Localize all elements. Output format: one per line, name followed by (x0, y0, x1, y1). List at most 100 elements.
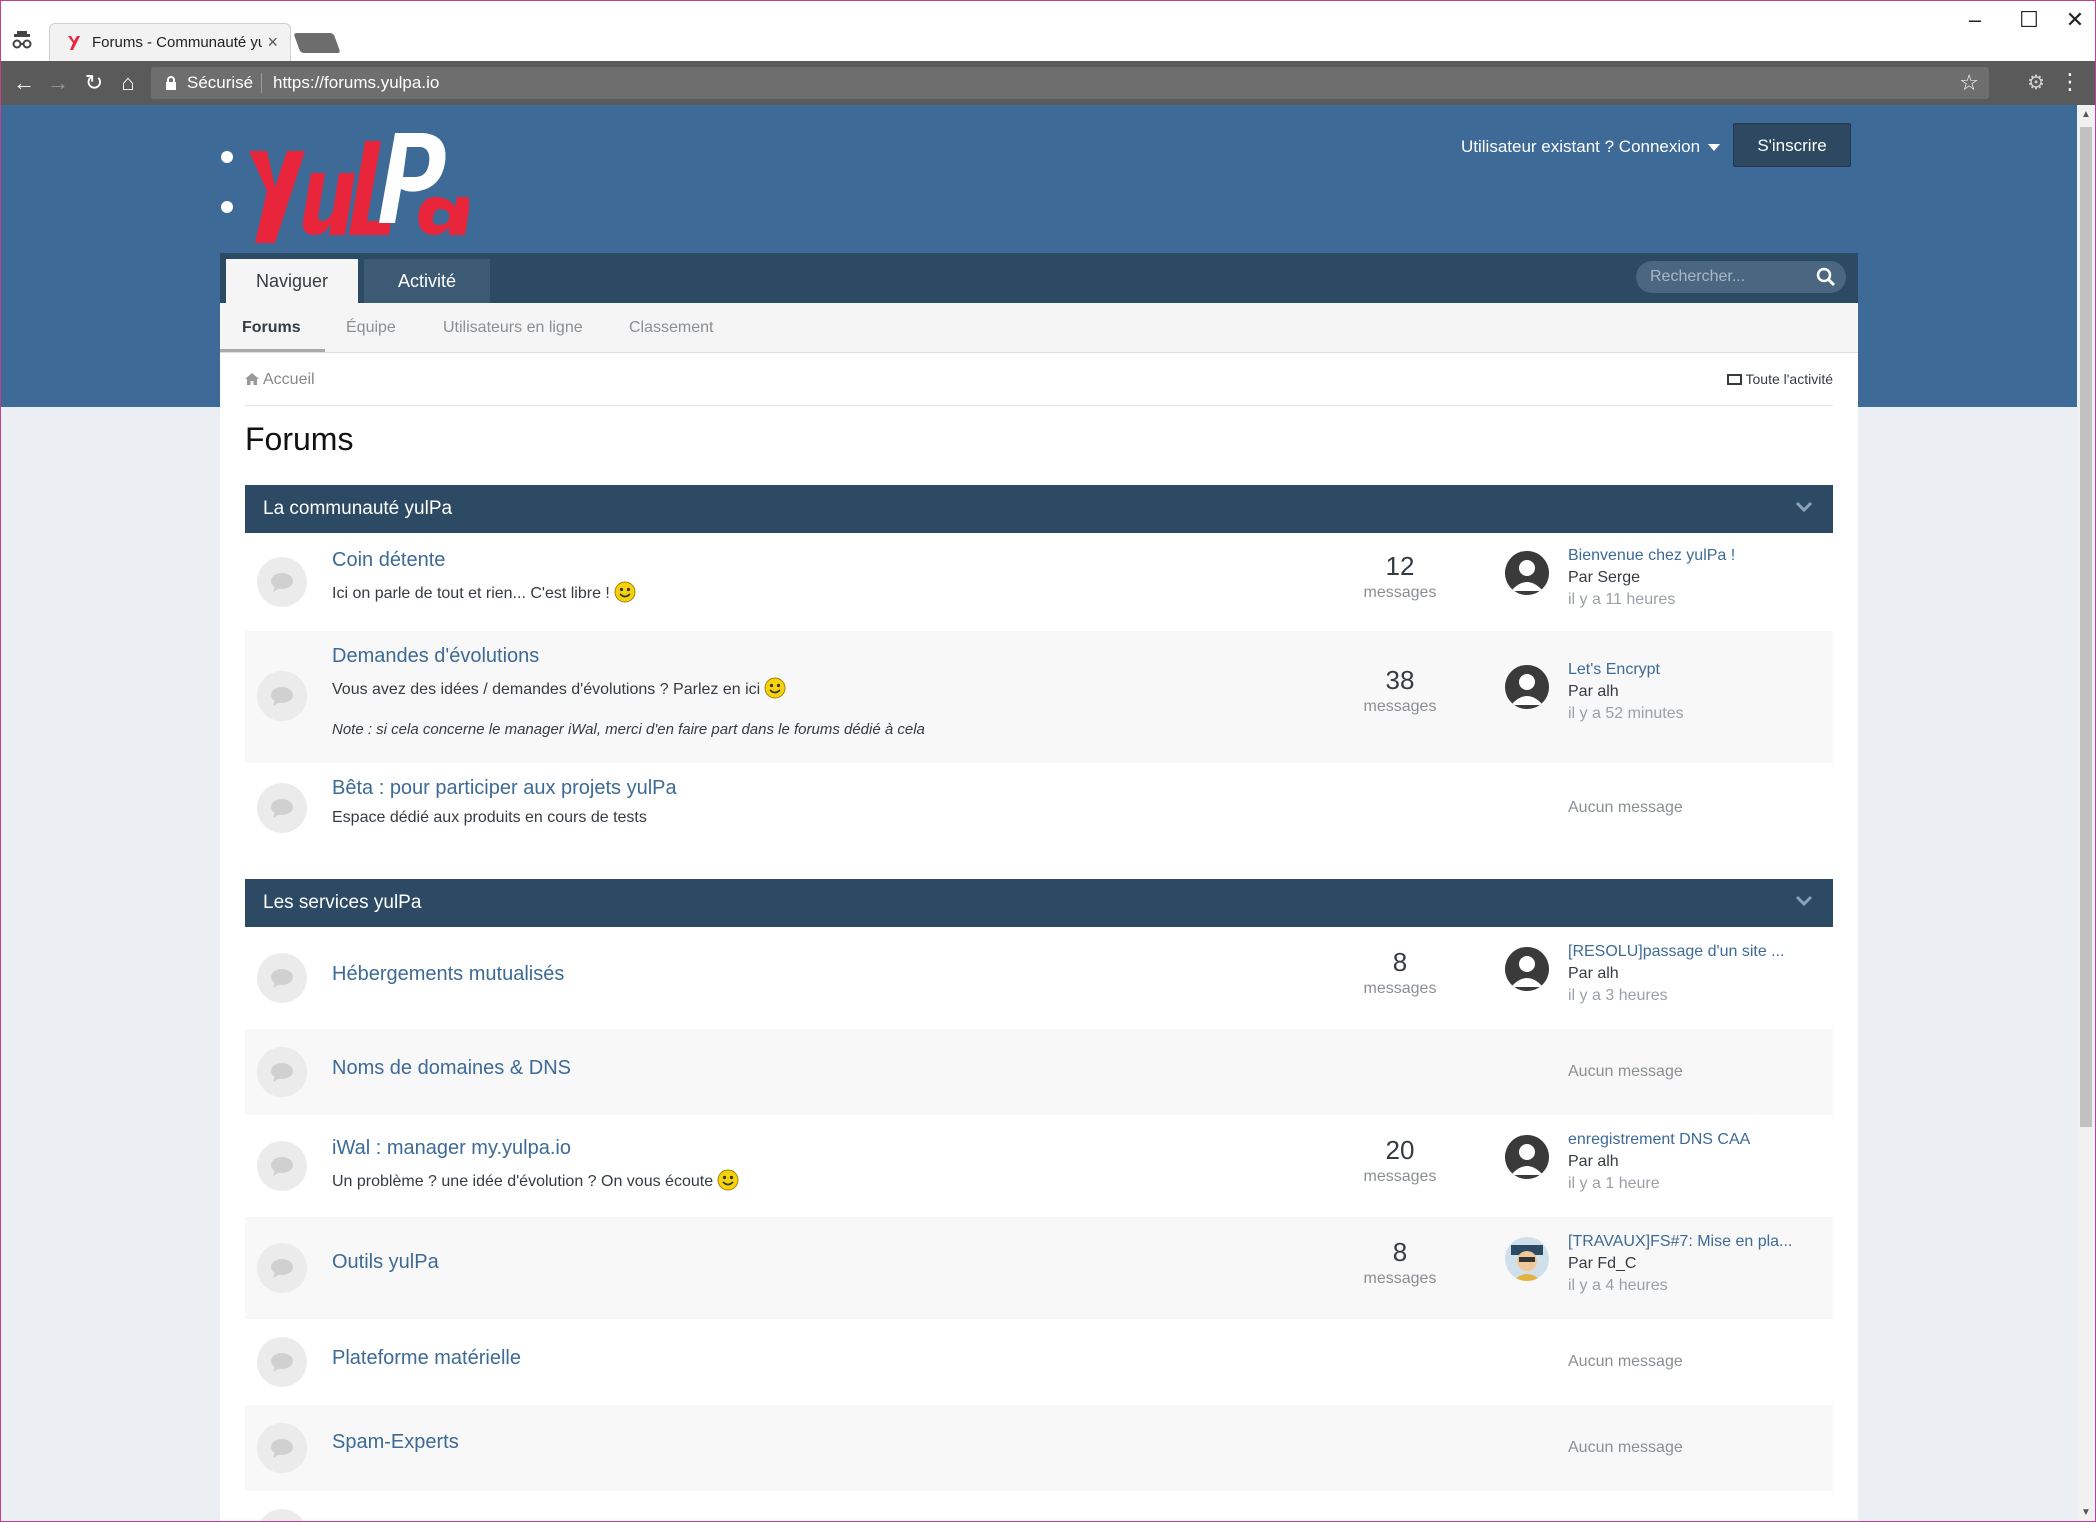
new-tab-button[interactable] (293, 33, 341, 53)
main-content: Accueil Toute l'activité Forums La commu… (220, 353, 1858, 1521)
forum-title[interactable]: Plateforme matérielle (332, 1347, 521, 1370)
yulpa-logo[interactable] (219, 111, 469, 251)
forum-bubble-icon (257, 1243, 307, 1293)
last-post-title[interactable]: [RESOLU]passage d'un site ... (1568, 941, 1785, 963)
chevron-down-icon[interactable] (1795, 501, 1813, 513)
forum-description: Ici on parle de tout et rien... C'est li… (332, 581, 636, 603)
no-message-label: Aucun message (1568, 1439, 1683, 1456)
forum-title[interactable]: iWal : manager my.yulpa.io (332, 1137, 571, 1160)
forum-title[interactable]: Hébergements mutualisés (332, 963, 564, 986)
message-count: 8 messages (1363, 1237, 1437, 1287)
last-post-date: il y a 3 heures (1568, 987, 1668, 1004)
last-post-title[interactable]: enregistrement DNS CAA (1568, 1129, 1750, 1151)
scroll-up-icon[interactable]: ▲ (2081, 109, 2091, 120)
signin-dropdown[interactable]: Utilisateur existant ? Connexion (1461, 137, 1721, 157)
forum-title[interactable]: Noms de domaines & DNS (332, 1057, 571, 1080)
browser-tab[interactable]: Forums - Communauté yulPa × (49, 23, 291, 61)
last-post-author[interactable]: Par alh (1568, 963, 1785, 985)
scroll-down-icon[interactable]: ▼ (2081, 1507, 2091, 1518)
search-icon[interactable] (1816, 267, 1836, 287)
forum-title[interactable]: Spam-Experts (332, 1431, 459, 1454)
avatar[interactable] (1505, 665, 1549, 709)
message-count: 12 messages (1363, 551, 1437, 601)
forum-title[interactable]: Outils yulPa (332, 1251, 439, 1274)
forum-title[interactable]: Bêta : pour participer aux projets yulPa (332, 777, 677, 800)
forum-row: Hébergements mutualisés 8 messages [RESOL… (245, 927, 1833, 1029)
forward-icon[interactable]: → (45, 70, 71, 96)
browser-menu-icon[interactable]: ⋮ (2059, 69, 2081, 95)
last-post: Bienvenue chez yulPa ! Par Serge il y a 11… (1568, 545, 1735, 611)
address-bar[interactable]: Sécurisé https://forums.yulpa.io ☆ (151, 67, 1989, 99)
forum-row: Coin détente Ici on parle de tout et rie… (245, 533, 1833, 631)
forum-bubble-icon (257, 1047, 307, 1097)
avatar[interactable] (1505, 1135, 1549, 1179)
forum-note: Note : si cela concerne le manager iWal,… (332, 721, 925, 738)
forum-bubble-icon (257, 557, 307, 607)
subtab-online-users[interactable]: Utilisateurs en ligne (443, 319, 583, 337)
avatar[interactable] (1505, 947, 1549, 991)
smiley-icon (614, 581, 636, 603)
bookmark-star-icon[interactable]: ☆ (1959, 70, 1979, 96)
tab-naviguer[interactable]: Naviguer (226, 259, 358, 303)
home-icon (245, 373, 259, 385)
subtab-classement[interactable]: Classement (629, 319, 713, 337)
avatar[interactable] (1505, 1237, 1549, 1281)
smiley-icon (764, 677, 786, 699)
subtab-equipe[interactable]: Équipe (346, 319, 396, 337)
active-subtab-underline (220, 349, 325, 352)
category-header[interactable]: La communauté yulPa (245, 485, 1833, 533)
last-post-date: il y a 4 heures (1568, 1277, 1668, 1294)
extension-gear-icon[interactable]: ⚙ (2027, 70, 2045, 95)
message-count: 38 messages (1363, 665, 1437, 715)
last-post-date: il y a 1 heure (1568, 1175, 1660, 1192)
search-placeholder: Rechercher... (1650, 268, 1746, 285)
search-input[interactable]: Rechercher... (1636, 261, 1846, 293)
category-title: La communauté yulPa (263, 498, 453, 519)
signin-label: Utilisateur existant ? Connexion (1461, 137, 1701, 156)
main-nav: Naviguer Activité Rechercher... (220, 253, 1858, 303)
last-post: [RESOLU]passage d'un site ... Par alh il y… (1568, 941, 1785, 1007)
breadcrumb[interactable]: Accueil (245, 371, 315, 389)
subtab-forums[interactable]: Forums (242, 319, 301, 337)
back-icon[interactable]: ← (11, 70, 37, 96)
avatar[interactable] (1505, 551, 1549, 595)
all-activity-label: Toute l'activité (1745, 371, 1834, 387)
reload-icon[interactable]: ↻ (81, 70, 107, 96)
category-header[interactable]: Les services yulPa (245, 879, 1833, 927)
minimize-icon[interactable]: – (1955, 7, 1995, 33)
no-message-label: Aucun message (1568, 1353, 1683, 1370)
message-count: 20 messages (1363, 1135, 1437, 1185)
page-scrollbar[interactable]: ▲ ▼ (2077, 105, 2095, 1521)
divider (245, 405, 1833, 406)
last-post-date: il y a 52 minutes (1568, 705, 1684, 722)
url-text[interactable]: https://forums.yulpa.io (273, 73, 439, 93)
tab-activite[interactable]: Activité (364, 259, 490, 303)
forum-row: iWal : manager my.yulpa.io Un problème ?… (245, 1115, 1833, 1217)
last-post-author[interactable]: Par alh (1568, 1151, 1750, 1173)
last-post-author[interactable]: Par Serge (1568, 567, 1735, 589)
tab-close-icon[interactable]: × (267, 32, 278, 53)
forum-bubble-icon (257, 1141, 307, 1191)
lock-icon (166, 76, 176, 90)
maximize-icon[interactable]: ☐ (2009, 7, 2049, 33)
forum-bubble-icon (257, 1423, 307, 1473)
register-button[interactable]: S'inscrire (1733, 123, 1851, 167)
last-post-title[interactable]: Let's Encrypt (1568, 659, 1684, 681)
page-title: Forums (245, 421, 354, 457)
last-post-title[interactable]: Bienvenue chez yulPa ! (1568, 545, 1735, 567)
forum-title[interactable]: Coin détente (332, 549, 445, 572)
scroll-thumb[interactable] (2080, 127, 2092, 1127)
message-count: 8 messages (1363, 947, 1437, 997)
forum-row: Bêta : pour participer aux projets yulPa… (245, 763, 1833, 857)
forum-description: Un problème ? une idée d'évolution ? On … (332, 1169, 739, 1191)
forum-bubble-icon (257, 783, 307, 833)
home-icon[interactable]: ⌂ (115, 70, 141, 96)
forum-title[interactable]: Demandes d'évolutions (332, 645, 539, 668)
title-bar: Forums - Communauté yulPa × – ☐ ✕ (1, 1, 2095, 61)
last-post-author[interactable]: Par Fd_C (1568, 1253, 1792, 1275)
close-window-icon[interactable]: ✕ (2055, 7, 2095, 33)
last-post-title[interactable]: [TRAVAUX]FS#7: Mise en pla... (1568, 1231, 1792, 1253)
all-activity-link[interactable]: Toute l'activité (1726, 371, 1834, 387)
last-post-author[interactable]: Par alh (1568, 681, 1684, 703)
chevron-down-icon[interactable] (1795, 895, 1813, 907)
